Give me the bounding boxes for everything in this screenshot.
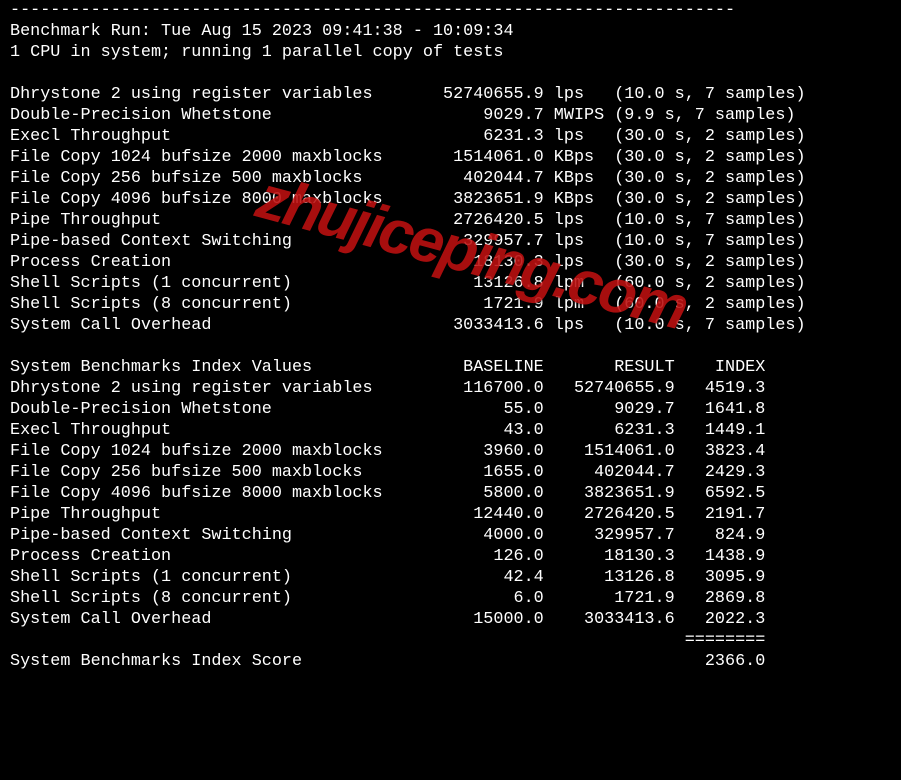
terminal-output: ----------------------------------------…	[0, 0, 901, 672]
